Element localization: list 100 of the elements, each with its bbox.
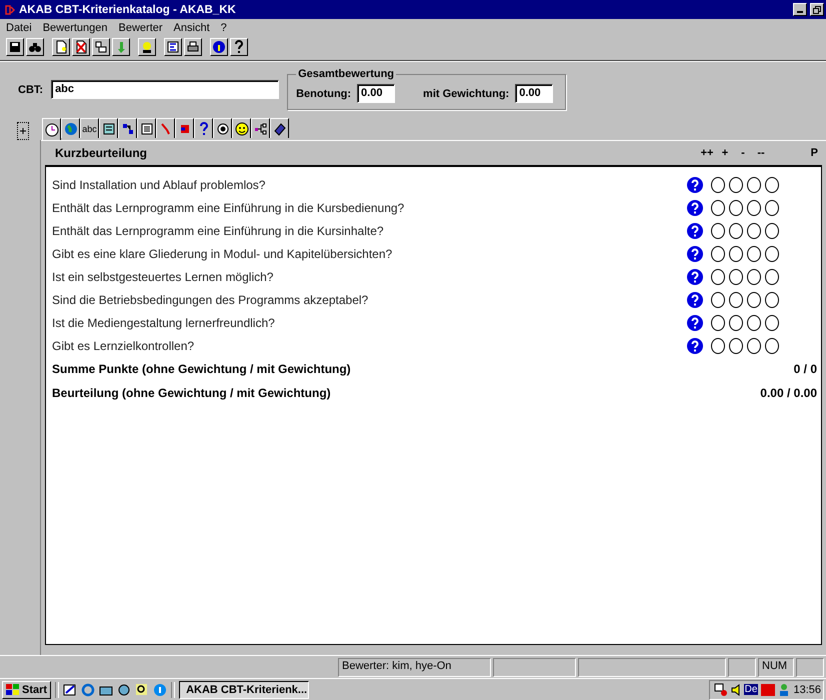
printer-icon [186, 40, 200, 54]
target-tab[interactable] [213, 118, 232, 138]
menu-item[interactable]: Ansicht [174, 22, 210, 34]
report-button[interactable] [164, 38, 182, 56]
help-icon[interactable] [687, 246, 703, 262]
radio-button[interactable] [729, 338, 743, 354]
question-text: Gibt es eine klare Gliederung in Modul- und Kapitelübersichten? [52, 246, 394, 260]
radio-button[interactable] [765, 200, 779, 216]
question-text: Ist ein selbstgesteuertes Lernen möglich? [52, 270, 274, 284]
info-icon[interactable] [153, 682, 168, 696]
radio-button[interactable] [765, 292, 779, 308]
radio-button[interactable] [711, 246, 725, 262]
radio-button[interactable] [747, 268, 761, 284]
radio-button[interactable] [747, 314, 761, 330]
radio-button[interactable] [711, 314, 725, 330]
help-tab[interactable] [194, 118, 213, 138]
radio-button[interactable] [765, 176, 779, 192]
cbt-label: CBT: [18, 84, 44, 96]
new-document-button[interactable] [52, 38, 70, 56]
globe-tab[interactable] [61, 118, 80, 138]
rename-button[interactable] [92, 38, 110, 56]
speaker-icon[interactable] [730, 682, 741, 696]
minimize-button[interactable] [793, 3, 807, 16]
cbt-input[interactable]: abc [51, 80, 280, 99]
menu-item[interactable]: Datei [6, 22, 32, 34]
text-tab[interactable]: abc [80, 118, 99, 138]
network-tab[interactable] [251, 118, 270, 138]
radio-button[interactable] [747, 246, 761, 262]
help-icon[interactable] [687, 200, 703, 216]
radio-button[interactable] [765, 338, 779, 354]
start-button[interactable]: Start [2, 680, 52, 698]
restore-button[interactable] [810, 3, 824, 16]
save-button[interactable] [6, 38, 24, 56]
help-icon[interactable] [687, 268, 703, 284]
radio-button[interactable] [711, 268, 725, 284]
help-button[interactable] [230, 38, 248, 56]
radio-button[interactable] [711, 200, 725, 216]
score-field[interactable]: 0.00 [515, 84, 554, 103]
list-tab[interactable] [99, 118, 118, 138]
field-label: mit Gewichtung: [423, 88, 510, 100]
radio-button[interactable] [747, 338, 761, 354]
help-icon[interactable] [687, 314, 703, 330]
diagram-tab[interactable] [118, 118, 137, 138]
radio-button[interactable] [711, 176, 725, 192]
report-icon [166, 40, 180, 54]
help-icon[interactable] [687, 222, 703, 238]
score-field[interactable]: 0.00 [357, 84, 396, 103]
person-icon [140, 40, 154, 54]
search-icon[interactable] [135, 682, 150, 696]
radio-button[interactable] [711, 222, 725, 238]
help-icon[interactable] [687, 292, 703, 308]
column-header: ++ [700, 147, 714, 159]
clock: 13:56 [793, 684, 821, 696]
delete-document-button[interactable] [72, 38, 90, 56]
radio-button[interactable] [729, 200, 743, 216]
desktop-icon[interactable] [63, 682, 78, 696]
document-tab[interactable] [137, 118, 156, 138]
radio-button[interactable] [747, 200, 761, 216]
menu-item[interactable]: Bewerter [118, 22, 163, 34]
person-button[interactable] [138, 38, 156, 56]
menu-item[interactable]: Bewertungen [42, 22, 108, 34]
column-header: -- [756, 147, 766, 159]
app-icon [4, 4, 16, 16]
people-icon[interactable] [778, 682, 790, 696]
info-button[interactable] [210, 38, 228, 56]
expand-button[interactable] [17, 122, 29, 140]
radio-button[interactable] [729, 246, 743, 262]
radio-button[interactable] [729, 314, 743, 330]
list-icon [102, 122, 116, 136]
group-title: Gesamtbewertung [297, 68, 396, 80]
taskbar-button[interactable]: AKAB CBT-Kriterienk... [179, 680, 310, 698]
radio-button[interactable] [729, 268, 743, 284]
radio-button[interactable] [729, 292, 743, 308]
print-button[interactable] [184, 38, 202, 56]
clock-tab[interactable] [42, 118, 61, 140]
radio-button[interactable] [747, 292, 761, 308]
radio-button[interactable] [729, 176, 743, 192]
tray-app-icon[interactable] [761, 682, 776, 696]
window-title: AKAB CBT-Kriterienkatalog - AKAB_KK [19, 4, 237, 16]
smiley-tab[interactable] [232, 118, 251, 138]
menu-item[interactable]: ? [220, 22, 227, 34]
radio-button[interactable] [765, 246, 779, 262]
num-indicator: NUM [762, 660, 788, 672]
help-icon[interactable] [687, 338, 703, 354]
radio-button[interactable] [747, 222, 761, 238]
radio-button[interactable] [765, 314, 779, 330]
help-icon[interactable] [687, 176, 703, 192]
find-button[interactable] [26, 38, 44, 56]
document-icon [140, 122, 154, 136]
restore-icon [813, 6, 821, 14]
radio-button[interactable] [747, 176, 761, 192]
globe-icon[interactable] [117, 682, 132, 696]
radio-button[interactable] [711, 338, 725, 354]
radio-button[interactable] [765, 222, 779, 238]
radio-button[interactable] [711, 292, 725, 308]
radio-button[interactable] [765, 268, 779, 284]
language-indicator[interactable]: De [744, 684, 758, 695]
radio-button[interactable] [729, 222, 743, 238]
binoculars-icon [28, 40, 42, 54]
network-icon[interactable] [714, 682, 728, 696]
